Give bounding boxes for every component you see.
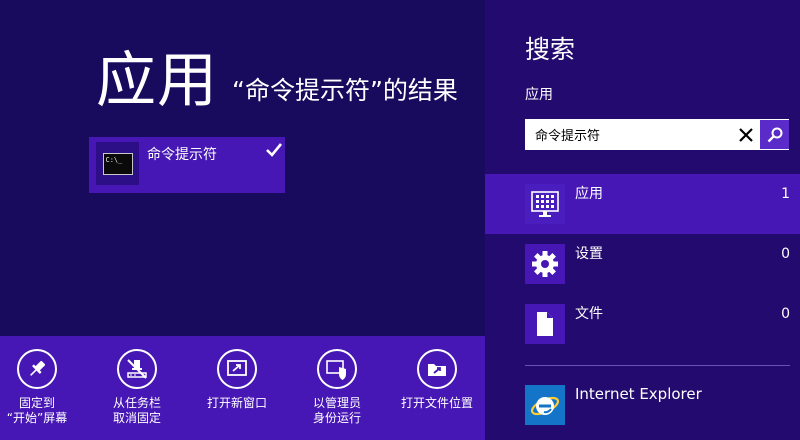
- result-tile-command-prompt[interactable]: C:\_ 命令提示符: [89, 137, 285, 193]
- pin-icon: [17, 349, 57, 389]
- divider: [525, 365, 790, 366]
- scope-name: 应用: [575, 186, 603, 202]
- open-file-location-button[interactable]: 打开文件位置: [387, 349, 487, 411]
- results-subtitle: “命令提示符”的结果: [232, 76, 458, 105]
- search-icon: [767, 127, 782, 142]
- open-new-window-label: 打开新窗口: [206, 396, 267, 410]
- apps-icon: [525, 184, 565, 224]
- open-file-location-label: 打开文件位置: [400, 396, 473, 410]
- scope-count: 0: [781, 306, 790, 322]
- search-charm-title: 搜索: [525, 35, 576, 64]
- file-icon: [525, 304, 565, 344]
- app-entry-name: Internet Explorer: [575, 385, 702, 403]
- app-bar: 固定到 “开始”屏幕 从任务栏 取消固定 打开新窗口 以管理员 身份运行 打开文…: [0, 336, 485, 440]
- scope-name: 设置: [575, 246, 603, 262]
- clear-search-button[interactable]: [731, 120, 760, 149]
- command-prompt-icon-text: C:\_: [102, 152, 133, 175]
- checkmark-icon: [266, 143, 283, 157]
- pin-to-start-button[interactable]: 固定到 “开始”屏幕: [0, 349, 87, 426]
- unpin-from-taskbar-button[interactable]: 从任务栏 取消固定: [87, 349, 187, 426]
- search-button[interactable]: [760, 120, 789, 149]
- command-prompt-icon: C:\_: [96, 142, 139, 185]
- scope-item-apps[interactable]: 应用 1: [485, 174, 800, 234]
- scope-item-settings[interactable]: 设置 0: [485, 234, 800, 294]
- run-as-administrator-button[interactable]: 以管理员 身份运行: [287, 349, 387, 426]
- scope-count: 0: [781, 246, 790, 262]
- pin-to-start-label: 固定到 “开始”屏幕: [6, 396, 68, 425]
- result-label: 命令提示符: [147, 147, 217, 163]
- results-title: 应用: [96, 46, 218, 116]
- close-icon: [738, 127, 753, 142]
- search-scope-label: 应用: [525, 87, 553, 103]
- search-input[interactable]: [526, 120, 731, 149]
- scope-item-files[interactable]: 文件 0: [485, 294, 800, 354]
- search-charm: 搜索 应用 命令提示符 应用 1 设置 0 文件 0 Internet Expl…: [485, 0, 800, 440]
- internet-explorer-icon: [525, 385, 565, 425]
- unpin-taskbar-icon: [117, 349, 157, 389]
- open-file-location-icon: [417, 349, 457, 389]
- unpin-from-taskbar-label: 从任务栏 取消固定: [112, 396, 161, 425]
- settings-gear-icon: [525, 244, 565, 284]
- open-new-window-button[interactable]: 打开新窗口: [187, 349, 287, 411]
- run-as-administrator-label: 以管理员 身份运行: [312, 396, 361, 425]
- run-as-admin-icon: [317, 349, 357, 389]
- scope-name: 文件: [575, 306, 603, 322]
- new-window-icon: [217, 349, 257, 389]
- app-entry-internet-explorer[interactable]: Internet Explorer: [485, 375, 800, 435]
- scope-count: 1: [781, 186, 790, 202]
- search-box: [525, 119, 789, 150]
